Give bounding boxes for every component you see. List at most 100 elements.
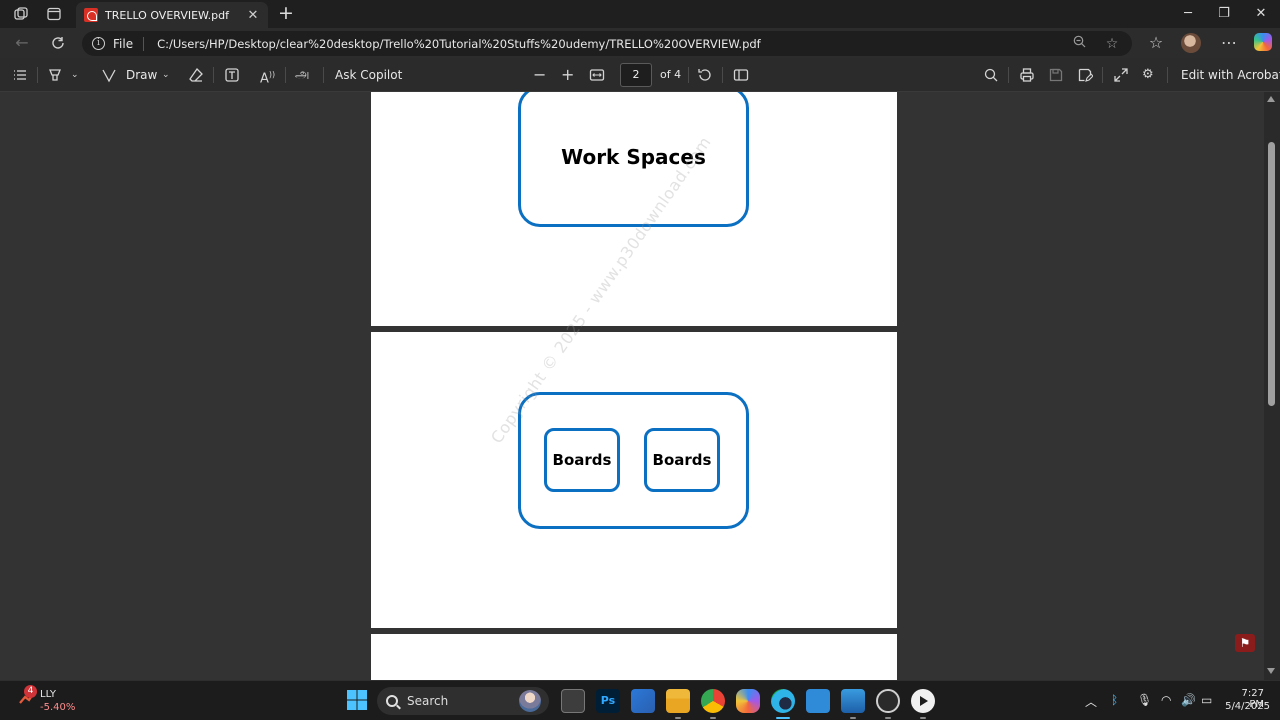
page-count: of 4 bbox=[660, 68, 682, 81]
favorite-star-icon[interactable]: ☆ bbox=[1103, 35, 1121, 53]
browser-title-bar: TRELLO OVERVIEW.pdf ✕ + ─ ❐ ✕ bbox=[0, 0, 1280, 28]
clock-date[interactable]: 5/4/2025 bbox=[1222, 701, 1270, 712]
favorites-icon[interactable]: ☆ bbox=[1146, 33, 1166, 53]
text-box-icon[interactable] bbox=[224, 66, 240, 84]
stock-notification-badge: 4 bbox=[24, 685, 37, 698]
copilot-icon[interactable] bbox=[1254, 33, 1272, 51]
photos-icon[interactable] bbox=[841, 689, 865, 713]
draw-button[interactable]: Draw bbox=[126, 67, 157, 83]
tab-title: TRELLO OVERVIEW.pdf bbox=[105, 8, 229, 22]
draw-icon[interactable] bbox=[101, 66, 117, 84]
print-icon[interactable] bbox=[1019, 66, 1035, 84]
pdf-file-icon bbox=[84, 8, 98, 22]
read-aloud-icon[interactable]: A)) bbox=[260, 66, 275, 86]
save-icon[interactable] bbox=[1048, 66, 1064, 84]
task-view-icon[interactable] bbox=[561, 689, 585, 713]
site-info-icon[interactable]: i bbox=[92, 37, 105, 50]
running-indicator-active bbox=[776, 717, 790, 719]
toolbar-divider bbox=[1008, 67, 1009, 83]
tab-trello-overview[interactable]: TRELLO OVERVIEW.pdf ✕ bbox=[76, 2, 268, 28]
highlight-icon[interactable] bbox=[47, 66, 63, 84]
ask-copilot-button[interactable]: Ask Copilot bbox=[335, 67, 402, 83]
media-player-icon[interactable] bbox=[911, 689, 935, 713]
running-indicator bbox=[710, 717, 716, 719]
settings-gear-icon[interactable]: ⚙ bbox=[1142, 66, 1154, 84]
copilot-app-icon[interactable] bbox=[736, 689, 760, 713]
workspaces-icon[interactable] bbox=[12, 5, 30, 23]
board-label: Boards bbox=[552, 451, 612, 469]
address-bar[interactable]: i File C:/Users/HP/Desktop/clear%20deskt… bbox=[82, 31, 1132, 56]
workspaces-shape: Work Spaces bbox=[518, 92, 749, 227]
fullscreen-icon[interactable] bbox=[1113, 66, 1129, 84]
more-options-icon[interactable]: ⋯ bbox=[1219, 33, 1239, 53]
toolbar-divider bbox=[722, 67, 723, 83]
running-indicator bbox=[850, 717, 856, 719]
search-label: Search bbox=[407, 694, 449, 708]
vertical-scrollbar[interactable] bbox=[1264, 92, 1280, 680]
stock-change: -5.40% bbox=[40, 702, 76, 713]
photoshop-icon[interactable]: Ps bbox=[596, 689, 620, 713]
toolbar-divider bbox=[213, 67, 214, 83]
find-icon[interactable] bbox=[983, 66, 999, 84]
translate-icon[interactable]: அ bbox=[295, 66, 309, 84]
edge-icon[interactable] bbox=[771, 689, 795, 713]
tab-actions-icon[interactable] bbox=[45, 5, 63, 23]
chrome-icon[interactable] bbox=[701, 689, 725, 713]
rotate-icon[interactable] bbox=[697, 66, 713, 84]
close-tab-icon[interactable]: ✕ bbox=[246, 8, 260, 23]
highlight-dropdown-icon[interactable]: ⌄ bbox=[71, 66, 79, 84]
wifi-icon[interactable]: ◠ bbox=[1161, 693, 1171, 707]
url-text[interactable]: C:/Users/HP/Desktop/clear%20desktop/Trel… bbox=[157, 37, 761, 51]
toolbar-divider bbox=[323, 67, 324, 83]
toolbar-divider bbox=[1167, 67, 1168, 83]
scroll-up-arrow-icon[interactable] bbox=[1267, 96, 1275, 102]
fit-width-icon[interactable] bbox=[589, 66, 605, 84]
toolbar-divider bbox=[688, 67, 689, 83]
taskbar: 4 LLY -5.40% Search Ps ︿ ᛒ 🎙 ◠ 🔊 ▭ 7:27 … bbox=[0, 680, 1280, 720]
zoom-in-icon[interactable]: + bbox=[561, 66, 574, 84]
screen: TRELLO OVERVIEW.pdf ✕ + ─ ❐ ✕ ← i File C… bbox=[0, 0, 1280, 720]
stock-name[interactable]: LLY bbox=[40, 689, 56, 700]
back-arrow-icon[interactable]: ← bbox=[12, 33, 32, 53]
windows-start-icon[interactable] bbox=[346, 689, 370, 713]
scrollbar-thumb[interactable] bbox=[1268, 142, 1275, 406]
search-highlight-icon bbox=[519, 690, 541, 712]
draw-dropdown-icon[interactable]: ⌄ bbox=[162, 66, 170, 84]
new-tab-button[interactable]: + bbox=[276, 3, 296, 23]
battery-icon[interactable]: ▭ bbox=[1201, 693, 1212, 707]
profile-avatar[interactable] bbox=[1181, 33, 1201, 53]
board-shape: Boards bbox=[644, 428, 720, 492]
volume-icon[interactable]: 🔊 bbox=[1181, 693, 1196, 707]
acrobat-icon[interactable]: ⚑ bbox=[1235, 634, 1255, 652]
show-hidden-icons-chevron-icon[interactable]: ︿ bbox=[1085, 693, 1097, 710]
workspaces-label: Work Spaces bbox=[561, 144, 706, 169]
bluetooth-icon[interactable]: ᛒ bbox=[1111, 693, 1118, 707]
running-indicator bbox=[920, 717, 926, 719]
edit-with-acrobat-button[interactable]: Edit with Acrobat bbox=[1181, 67, 1280, 83]
pdf-toolbar: ⌄ Draw ⌄ A)) அ Ask Copilot − + 2 of 4 ⚙ … bbox=[0, 58, 1280, 92]
contents-list-icon[interactable] bbox=[12, 66, 28, 84]
close-window-icon[interactable]: ✕ bbox=[1251, 4, 1271, 24]
pdf-page: Work Spaces bbox=[371, 92, 897, 326]
running-indicator bbox=[675, 717, 681, 719]
calculator-app-icon[interactable] bbox=[806, 689, 830, 713]
minimize-icon[interactable]: ─ bbox=[1178, 4, 1198, 24]
microsoft-store-icon[interactable] bbox=[631, 689, 655, 713]
page-number-input[interactable]: 2 bbox=[620, 63, 652, 87]
microphone-icon[interactable]: 🎙 bbox=[1137, 693, 1152, 707]
save-as-icon[interactable] bbox=[1077, 66, 1094, 84]
obs-icon[interactable] bbox=[876, 689, 900, 713]
taskbar-search-box[interactable]: Search bbox=[377, 687, 549, 715]
refresh-icon[interactable] bbox=[48, 33, 68, 53]
zoom-out-icon[interactable]: − bbox=[533, 66, 546, 84]
file-explorer-icon[interactable] bbox=[666, 689, 690, 713]
page-view-icon[interactable] bbox=[733, 66, 749, 84]
scroll-down-arrow-icon[interactable] bbox=[1267, 668, 1275, 674]
search-icon bbox=[386, 695, 398, 707]
pdf-page: Boards Boards bbox=[371, 332, 897, 628]
eraser-icon[interactable] bbox=[188, 66, 204, 84]
running-indicator bbox=[885, 717, 891, 719]
pdf-viewer[interactable]: Work Spaces Boards Boards Copyright © 20… bbox=[0, 92, 1264, 680]
zoom-icon[interactable] bbox=[1070, 35, 1088, 53]
restore-icon[interactable]: ❐ bbox=[1214, 4, 1234, 24]
